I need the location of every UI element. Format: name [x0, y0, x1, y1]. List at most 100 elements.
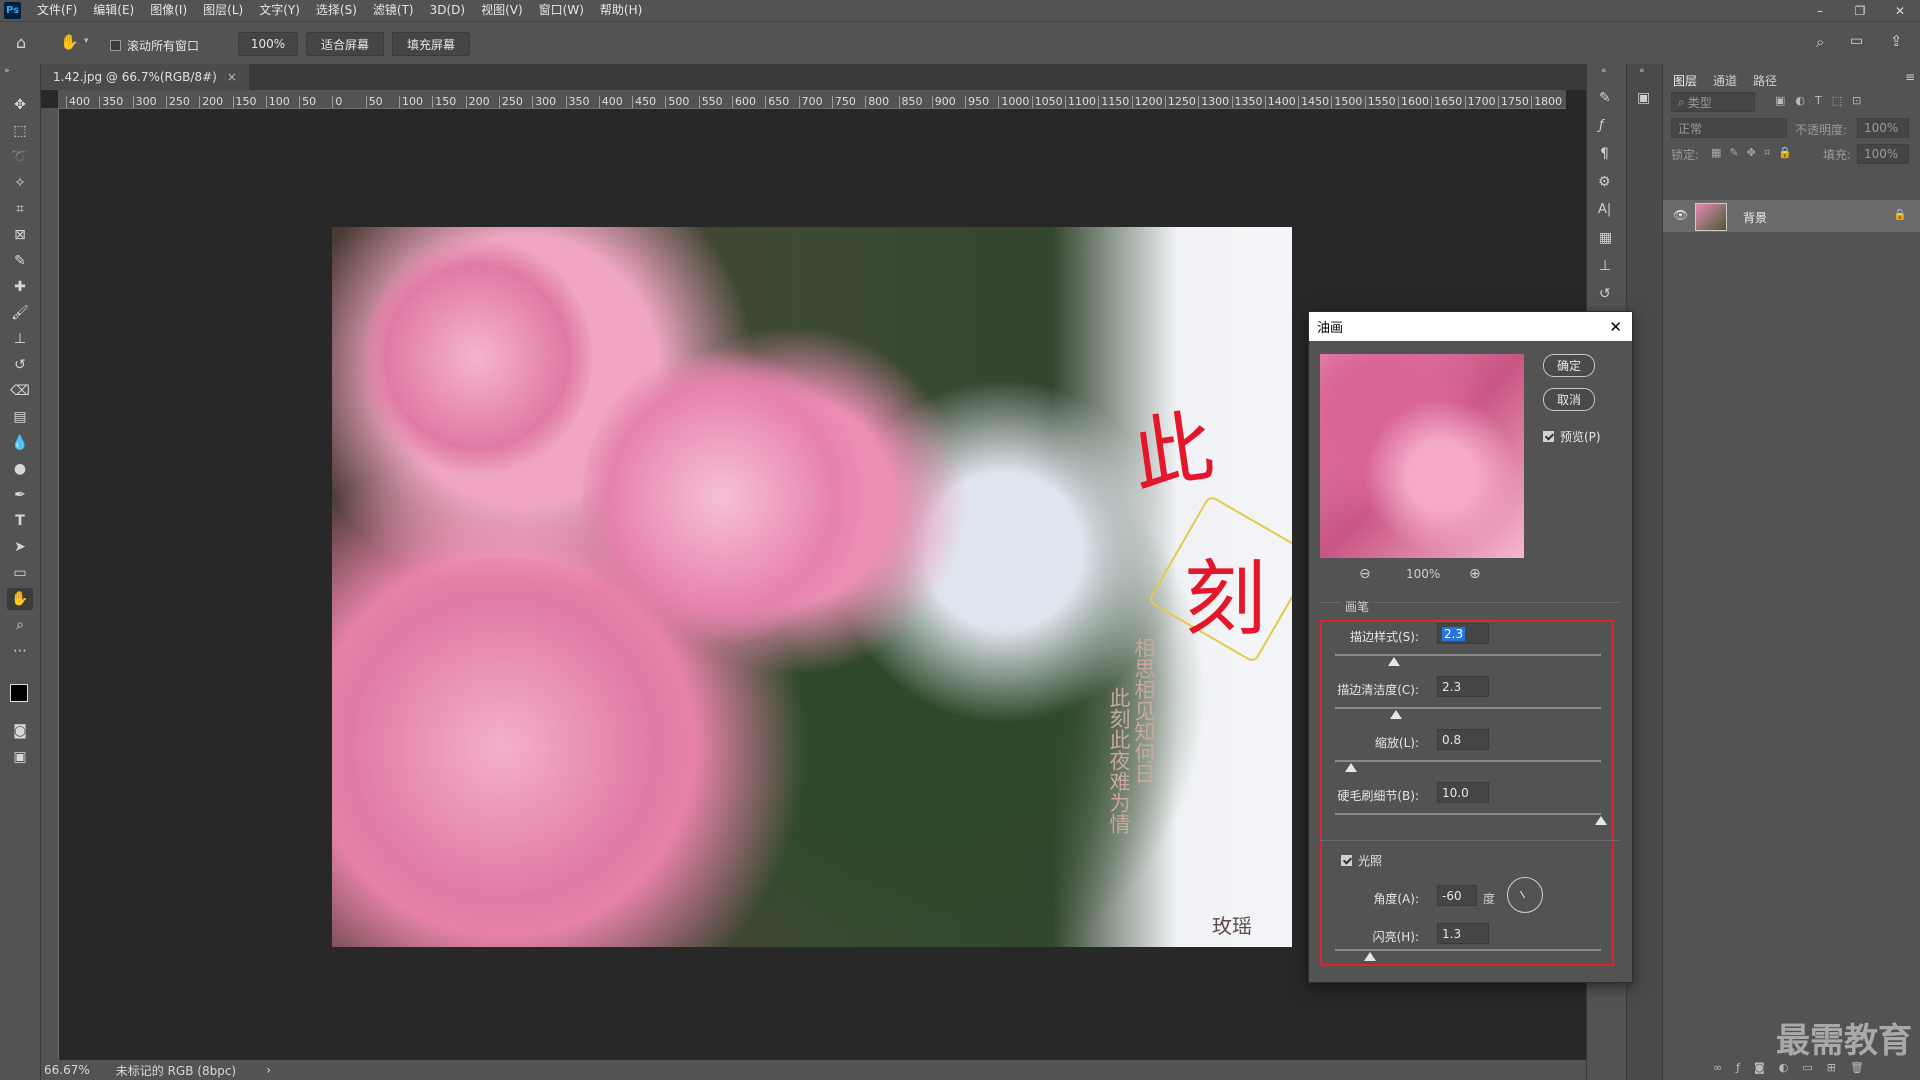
cleanliness-input[interactable]: 2.3	[1437, 676, 1489, 697]
status-expand-icon[interactable]: ›	[266, 1063, 271, 1077]
share-icon[interactable]: ⇪	[1890, 32, 1903, 50]
brush-settings-icon[interactable]: ✎	[1599, 90, 1611, 106]
photoshop-logo[interactable]: Ps	[4, 2, 21, 19]
shine-slider-thumb[interactable]	[1363, 952, 1376, 961]
filter-adjustment-icon[interactable]: ◐	[1795, 94, 1805, 107]
marquee-tool-icon[interactable]: ⬚	[7, 120, 33, 142]
tab-paths[interactable]: 路径	[1753, 72, 1777, 89]
layer-name[interactable]: 背景	[1743, 209, 1767, 226]
lock-image-icon[interactable]: ✎	[1729, 146, 1738, 160]
lock-artboard-icon[interactable]: ⌗	[1764, 146, 1770, 160]
document-image[interactable]: 此 刻 相思相见知何日 此刻此夜难为情 玫瑶	[332, 227, 1292, 947]
panel-menu-icon[interactable]: ≡	[1905, 70, 1915, 84]
dialog-close-icon[interactable]: ✕	[1609, 318, 1622, 336]
add-style-icon[interactable]: ƒ	[1736, 1061, 1740, 1074]
opacity-input[interactable]: 100%	[1857, 118, 1909, 138]
menu-file[interactable]: 文件(F)	[29, 0, 85, 21]
brush-tool-icon[interactable]: 🖌	[7, 302, 33, 324]
minimize-button[interactable]: –	[1800, 0, 1840, 21]
layer-visibility-eye-icon[interactable]: 👁	[1673, 208, 1688, 222]
adjustments-icon[interactable]: ⚙	[1598, 174, 1611, 190]
fx-icon[interactable]: ƒ	[1599, 118, 1604, 133]
scroll-all-windows-option[interactable]: 滚动所有窗口	[110, 37, 199, 54]
menu-view[interactable]: 视图(V)	[473, 0, 531, 21]
collapse-strip2-icon[interactable]: «	[1639, 66, 1645, 76]
angle-dial[interactable]	[1507, 877, 1543, 913]
history-brush-tool-icon[interactable]: ↺	[7, 354, 33, 376]
shine-slider-track[interactable]	[1335, 949, 1601, 951]
clone-source-icon[interactable]: ⊥	[1599, 258, 1611, 274]
path-selection-tool-icon[interactable]: ➤	[7, 536, 33, 558]
shine-input[interactable]: 1.3	[1437, 923, 1489, 944]
pen-tool-icon[interactable]: ✒	[7, 484, 33, 506]
gradient-tool-icon[interactable]: ▤	[7, 406, 33, 428]
filter-preview[interactable]	[1320, 354, 1524, 558]
home-icon[interactable]: ⌂	[16, 33, 26, 52]
tool-preset-chevron-icon[interactable]: ▾	[84, 36, 89, 46]
hand-tool-icon[interactable]: ✋	[60, 33, 79, 51]
blend-mode-select[interactable]: 正常	[1671, 118, 1787, 138]
frame-tool-icon[interactable]: ⊠	[7, 224, 33, 246]
new-adjustment-icon[interactable]: ◐	[1779, 1061, 1789, 1074]
zoom-tool-icon[interactable]: ⌕	[7, 614, 33, 636]
lock-transparent-icon[interactable]: ▦	[1711, 146, 1721, 160]
status-zoom[interactable]: 66.67%	[44, 1063, 90, 1077]
fill-screen-button[interactable]: 填充屏幕	[392, 32, 470, 56]
filter-shape-icon[interactable]: ⬚	[1832, 94, 1842, 107]
filter-smart-icon[interactable]: ⊡	[1852, 94, 1861, 107]
preview-zoom-out-icon[interactable]: ⊖	[1359, 566, 1371, 582]
hand-tool-icon[interactable]: ✋	[7, 588, 33, 610]
new-layer-icon[interactable]: ⊞	[1827, 1061, 1836, 1074]
bristle-slider-track[interactable]	[1335, 813, 1601, 815]
filter-type-icon[interactable]: T	[1815, 94, 1822, 107]
ok-button[interactable]: 确定	[1543, 354, 1595, 377]
filter-pixel-icon[interactable]: ▣	[1775, 94, 1785, 107]
fit-screen-button[interactable]: 适合屏幕	[306, 32, 384, 56]
menu-edit[interactable]: 编辑(E)	[85, 0, 142, 21]
type-tool-icon[interactable]: T	[7, 510, 33, 532]
tab-channels[interactable]: 通道	[1713, 72, 1737, 89]
quick-mask-icon[interactable]: ◙	[7, 720, 33, 742]
menu-help[interactable]: 帮助(H)	[592, 0, 650, 21]
preview-checkbox[interactable]	[1543, 431, 1554, 442]
link-layers-icon[interactable]: ∞	[1713, 1061, 1722, 1074]
cleanliness-slider-thumb[interactable]	[1390, 710, 1403, 719]
screen-mode-icon[interactable]: ▣	[7, 746, 33, 768]
bristle-detail-input[interactable]: 10.0	[1437, 782, 1489, 803]
eyedropper-tool-icon[interactable]: ✎	[7, 250, 33, 272]
collapse-strip-icon[interactable]: «	[1601, 66, 1607, 76]
blur-tool-icon[interactable]: 💧	[7, 432, 33, 454]
close-window-button[interactable]: ✕	[1880, 0, 1920, 21]
stylization-slider-thumb[interactable]	[1387, 657, 1400, 666]
bristle-slider-thumb[interactable]	[1595, 816, 1607, 825]
lock-all-icon[interactable]: 🔒	[1778, 146, 1792, 160]
zoom-100-button[interactable]: 100%	[238, 32, 298, 56]
layer-row-background[interactable]: 👁 背景 🔒	[1663, 200, 1920, 232]
panel-toggle-icon[interactable]: ▣	[1637, 90, 1650, 106]
menu-image[interactable]: 图像(I)	[142, 0, 195, 21]
history-icon[interactable]: ↺	[1599, 286, 1611, 302]
menu-filter[interactable]: 滤镜(T)	[365, 0, 422, 21]
ruler-vertical[interactable]	[41, 108, 59, 1060]
stylization-input[interactable]: 2.3	[1437, 623, 1489, 644]
menu-select[interactable]: 选择(S)	[308, 0, 365, 21]
clone-stamp-tool-icon[interactable]: ⊥	[7, 328, 33, 350]
crop-tool-icon[interactable]: ⌗	[7, 198, 33, 220]
ruler-horizontal[interactable]: 400 350 300 250 200 150 100 50 0 50 100 150 200 250 30…	[58, 90, 1566, 109]
tab-layers[interactable]: 图层	[1673, 72, 1697, 89]
add-mask-icon[interactable]: ◙	[1754, 1061, 1765, 1074]
close-document-icon[interactable]: ×	[227, 70, 237, 84]
preview-option[interactable]: 预览(P)	[1543, 428, 1601, 445]
healing-brush-tool-icon[interactable]: ✚	[7, 276, 33, 298]
character-icon[interactable]: A|	[1598, 202, 1611, 217]
eraser-tool-icon[interactable]: ⌫	[7, 380, 33, 402]
properties-icon[interactable]: ▦	[1599, 230, 1612, 246]
menu-window[interactable]: 窗口(W)	[531, 0, 592, 21]
move-tool-icon[interactable]: ✥	[7, 94, 33, 116]
lighting-option[interactable]: 光照	[1341, 852, 1382, 869]
stylization-slider-track[interactable]	[1335, 654, 1601, 656]
dodge-tool-icon[interactable]: ●	[7, 458, 33, 480]
restore-button[interactable]: ❐	[1840, 0, 1880, 21]
delete-layer-icon[interactable]: 🗑	[1850, 1061, 1864, 1074]
scroll-all-checkbox[interactable]	[110, 40, 121, 51]
